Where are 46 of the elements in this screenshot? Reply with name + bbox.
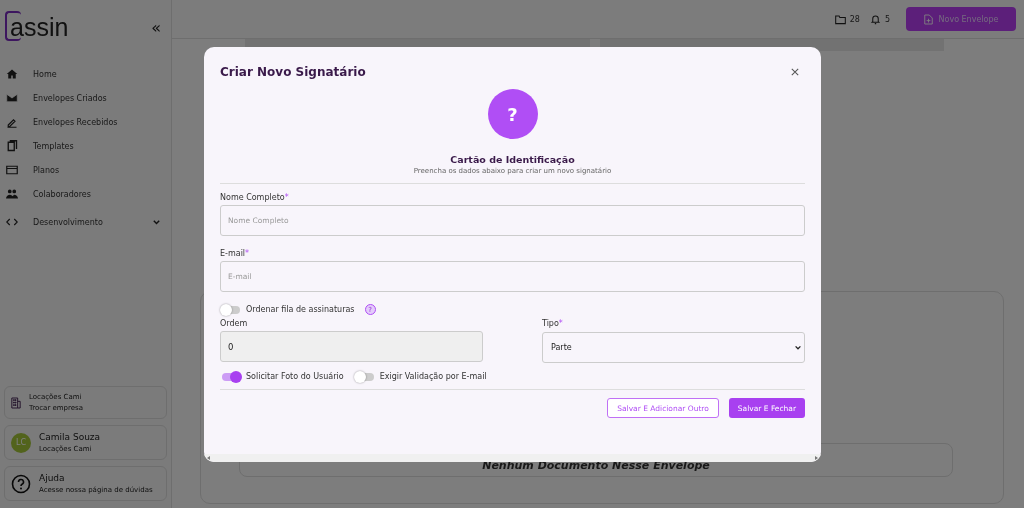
document-icon [6, 140, 18, 152]
nav-item[interactable]: Desenvolvimento [0, 210, 171, 234]
field-label: Tipo* [542, 319, 563, 328]
toggle-switch[interactable] [355, 372, 374, 381]
field-label: Nome Completo* [220, 193, 289, 202]
people-icon [6, 188, 18, 200]
close-icon[interactable] [791, 68, 799, 76]
help-title: Ajuda [39, 473, 66, 483]
scroll-left-icon[interactable] [206, 455, 212, 461]
toggle-label: Exigir Validação por E-mail [379, 372, 487, 381]
file-plus-icon [923, 13, 933, 25]
toggle-switch[interactable] [222, 372, 240, 381]
new-envelope-button[interactable]: Novo Envelope [906, 7, 1016, 31]
toggle-switch[interactable] [222, 305, 240, 314]
nav-item[interactable]: Templates [0, 134, 171, 158]
logo: assin [4, 14, 69, 40]
scrollbar[interactable] [204, 454, 821, 462]
chevron-down-icon [794, 343, 802, 352]
toggle-label: Ordenar fila de assinaturas [246, 305, 355, 314]
avatar: ? [487, 89, 538, 139]
toggle-label: Solicitar Foto do Usuário [246, 372, 344, 381]
nav-item[interactable]: Colaboradores [0, 182, 171, 206]
field-label: Ordem [220, 319, 248, 328]
home-icon [6, 68, 18, 80]
type-select[interactable]: Parte [542, 332, 805, 363]
nav-item[interactable]: Home [0, 62, 171, 86]
folder-count: 28 [849, 14, 860, 24]
card-title: Cartão de Identificação [450, 154, 575, 165]
user-avatar: LC [11, 432, 31, 453]
envelope-icon [6, 92, 18, 104]
pen-icon [6, 116, 18, 128]
bell-icon [869, 13, 881, 25]
field-label: E-mail* [220, 249, 250, 258]
nav-item[interactable]: Planos [0, 158, 171, 182]
collapse-button[interactable]: « [151, 17, 161, 37]
scroll-right-icon[interactable] [813, 455, 819, 461]
nav-item[interactable]: Envelopes Recebidos [0, 110, 171, 134]
notification-count: 5 [884, 14, 890, 24]
folder-icon [834, 13, 846, 25]
dialog-title: Criar Novo Signatário [220, 65, 366, 79]
card-icon [6, 164, 18, 176]
help-icon [11, 473, 31, 494]
code-icon [6, 216, 18, 228]
nav-item[interactable]: Envelopes Criados [0, 86, 171, 110]
building-icon [11, 396, 21, 409]
user-name: Camila Souza [39, 432, 101, 442]
